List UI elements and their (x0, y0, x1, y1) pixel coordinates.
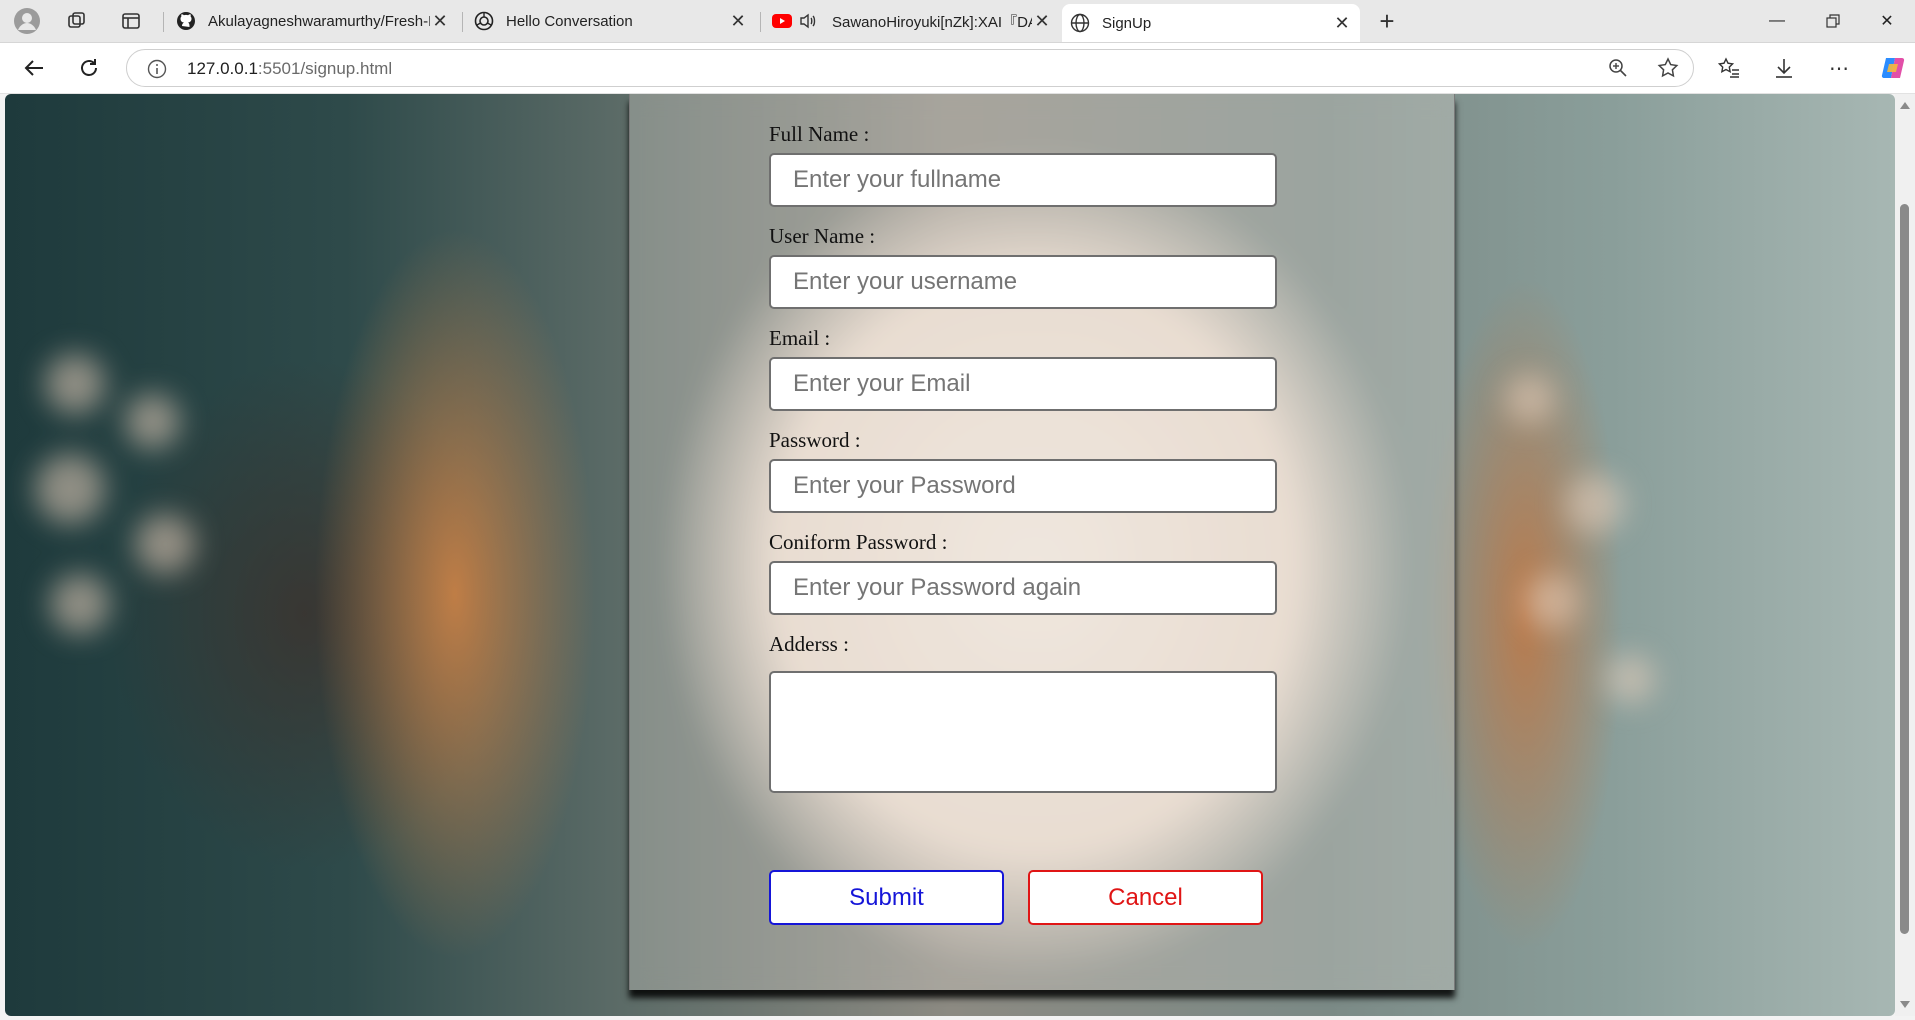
close-tab-icon[interactable]: ✕ (1332, 13, 1352, 34)
password-label: Password : (769, 428, 861, 452)
url-host: 127.0.0.1 (187, 59, 258, 78)
address-bar[interactable]: 127.0.0.1:5501/signup.html (126, 49, 1694, 87)
copilot-icon (1881, 58, 1905, 78)
url-path: :5501/signup.html (257, 59, 393, 78)
scroll-up-arrow-icon[interactable] (1900, 102, 1910, 109)
username-input[interactable] (769, 255, 1277, 309)
tab-signup[interactable]: SignUp ✕ (1062, 4, 1360, 42)
profile-avatar[interactable] (12, 6, 42, 36)
plus-icon: + (1379, 5, 1395, 36)
tab-actions-icon (122, 13, 140, 29)
minimize-button[interactable]: — (1749, 0, 1805, 42)
favorite-star-icon[interactable] (1657, 57, 1679, 84)
tab-youtube[interactable]: SawanoHiroyuki[nZk]:XAI『DA ✕ (764, 4, 1060, 38)
email-input[interactable] (769, 357, 1277, 411)
favorites-list-icon (1718, 57, 1739, 78)
refresh-button[interactable] (73, 52, 105, 84)
address-textarea[interactable] (769, 671, 1277, 793)
close-tab-icon[interactable]: ✕ (728, 11, 748, 32)
download-icon (1776, 59, 1792, 78)
info-icon[interactable] (147, 59, 167, 84)
cancel-button[interactable]: Cancel (1028, 870, 1263, 925)
tab-strip: Akulayagneshwaramurthy/Fresh-F ✕ Hello C… (0, 0, 1915, 43)
tab-title: SawanoHiroyuki[nZk]:XAI『DA (832, 13, 1032, 31)
confirm-password-input[interactable] (769, 561, 1277, 615)
password-input[interactable] (769, 459, 1277, 513)
youtube-icon (772, 11, 792, 31)
minimize-icon: — (1769, 12, 1785, 29)
ellipsis-icon: ⋯ (1829, 57, 1849, 80)
globe-icon (1070, 13, 1090, 33)
tab-github[interactable]: Akulayagneshwaramurthy/Fresh-F ✕ (168, 4, 458, 38)
tab-separator (760, 12, 761, 32)
favorites-button[interactable] (1713, 52, 1745, 84)
back-button[interactable] (18, 52, 50, 84)
tab-separator (163, 12, 164, 32)
tab-title: SignUp (1102, 14, 1152, 32)
vertical-tabs-button[interactable] (116, 6, 146, 36)
speaker-icon[interactable] (798, 11, 818, 31)
close-tab-icon[interactable]: ✕ (1032, 11, 1052, 32)
tab-title: Hello Conversation (506, 12, 633, 30)
close-tab-icon[interactable]: ✕ (430, 11, 450, 32)
scrollbar-thumb[interactable] (1900, 204, 1909, 934)
close-icon: ✕ (1880, 13, 1894, 30)
browser-toolbar: 127.0.0.1:5501/signup.html ⋯ (0, 43, 1915, 94)
new-tab-button[interactable]: + (1372, 6, 1402, 36)
workspaces-button[interactable] (62, 6, 92, 36)
page-scrollbar[interactable] (1895, 94, 1915, 1016)
github-icon (176, 11, 196, 31)
fullname-input[interactable] (769, 153, 1277, 207)
email-label: Email : (769, 326, 831, 350)
tab-separator (462, 12, 463, 32)
openai-icon (474, 11, 494, 31)
zoom-icon[interactable] (1608, 58, 1628, 83)
fullname-label: Full Name : (769, 122, 870, 146)
downloads-button[interactable] (1768, 52, 1800, 84)
close-window-button[interactable]: ✕ (1859, 0, 1915, 42)
url-text[interactable]: 127.0.0.1:5501/signup.html (187, 59, 392, 79)
workspaces-icon (68, 12, 85, 28)
tab-title: Akulayagneshwaramurthy/Fresh-F (208, 12, 430, 30)
person-icon (14, 8, 40, 34)
restore-button[interactable] (1805, 0, 1861, 42)
arrow-left-icon (24, 60, 43, 76)
scroll-down-arrow-icon[interactable] (1900, 1001, 1910, 1008)
username-label: User Name : (769, 224, 876, 248)
more-menu-button[interactable]: ⋯ (1823, 52, 1855, 84)
refresh-icon (81, 59, 97, 76)
signup-form: Full Name : User Name : Email : Password… (629, 94, 1455, 990)
copilot-button[interactable] (1877, 52, 1909, 84)
restore-icon (1826, 14, 1840, 28)
submit-button[interactable]: Submit (769, 870, 1004, 925)
address-label: Adderss : (769, 632, 849, 656)
tab-hello-conversation[interactable]: Hello Conversation ✕ (466, 4, 756, 38)
confirm-password-label: Coniform Password : (769, 530, 948, 554)
